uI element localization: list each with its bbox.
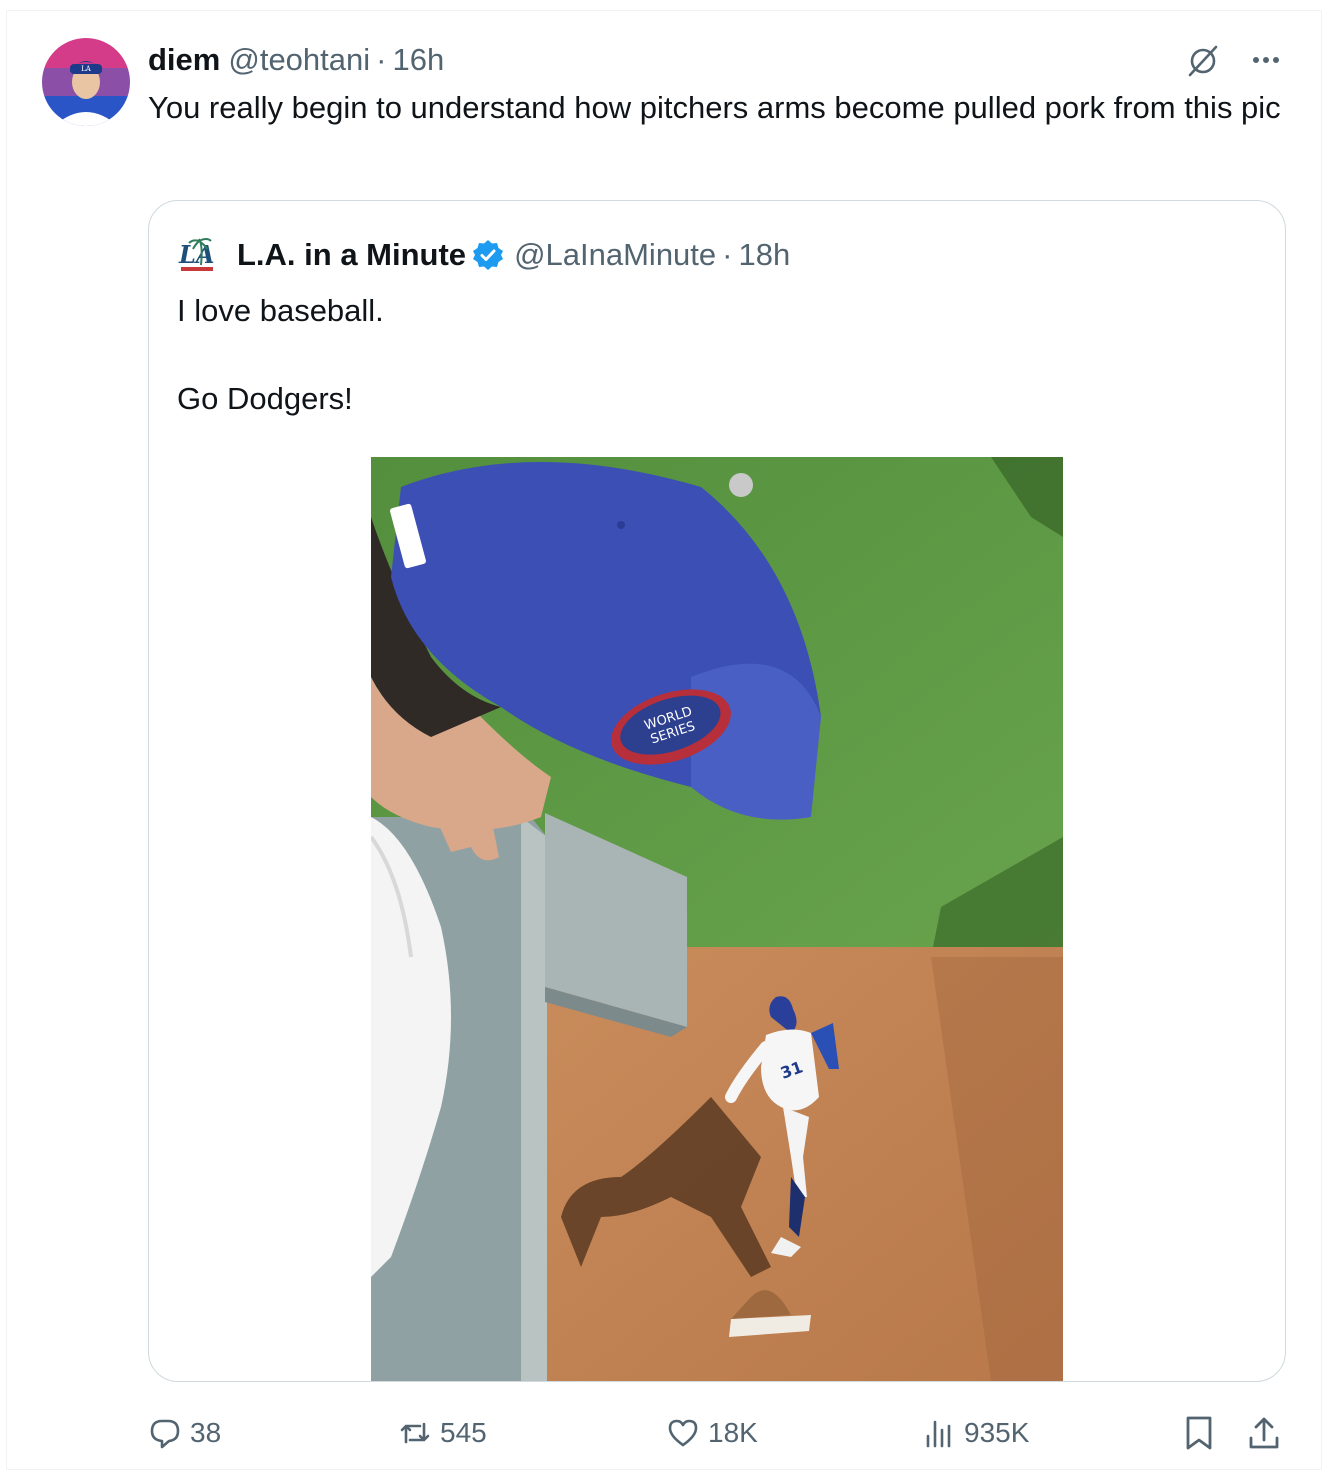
verified-badge-icon[interactable]	[472, 239, 504, 271]
grok-icon[interactable]	[1186, 44, 1220, 78]
tweet-action-bar: 38 545 18K 935K	[148, 1408, 1288, 1458]
tweet-time[interactable]: 16h	[392, 42, 444, 78]
tweet-header: diem @teohtani · 16h	[148, 40, 444, 80]
tweet-text: You really begin to understand how pitch…	[148, 90, 1281, 125]
quoted-tweet-header: LA L.A. in a Minute @LaInaMinute · 18h	[177, 235, 790, 275]
quoted-text-line: Go Dodgers!	[177, 381, 353, 416]
like-icon	[668, 1419, 698, 1447]
views-icon	[926, 1420, 951, 1448]
like-count: 18K	[708, 1417, 758, 1448]
share-icon[interactable]	[1246, 1414, 1282, 1452]
author-handle[interactable]: @teohtani	[228, 42, 370, 78]
quoted-tweet-time[interactable]: 18h	[738, 237, 790, 273]
quoted-author-handle[interactable]: @LaInaMinute	[514, 237, 716, 273]
reply-icon	[150, 1419, 180, 1449]
avatar-image: LA	[42, 38, 130, 126]
author-avatar[interactable]: LA	[42, 38, 130, 126]
quoted-tweet[interactable]: LA L.A. in a Minute @LaInaMinute · 18h I…	[148, 200, 1286, 1382]
views-button[interactable]: 935K	[922, 1408, 1029, 1458]
quoted-tweet-photo[interactable]: WORLD SERIES 31	[371, 457, 1063, 1381]
quoted-author-logo-icon[interactable]: LA	[177, 235, 221, 275]
reply-count: 38	[190, 1417, 222, 1448]
repost-icon	[400, 1422, 430, 1444]
repost-button[interactable]: 545	[398, 1408, 487, 1458]
quoted-author-name[interactable]: L.A. in a Minute	[237, 237, 466, 273]
reply-button[interactable]: 38	[148, 1408, 221, 1458]
more-icon[interactable]	[1248, 44, 1284, 74]
author-name[interactable]: diem	[148, 42, 220, 78]
views-count: 935K	[964, 1417, 1030, 1448]
quoted-text-line: I love baseball.	[177, 293, 384, 328]
svg-text:LA: LA	[81, 65, 92, 73]
quoted-tweet-text: I love baseball. Go Dodgers!	[177, 289, 1257, 421]
separator-dot: ·	[722, 237, 733, 272]
bullpen-photo: WORLD SERIES 31	[371, 457, 1063, 1381]
repost-count: 545	[440, 1417, 487, 1448]
bookmark-icon[interactable]	[1182, 1414, 1216, 1452]
separator-dot: ·	[376, 42, 387, 77]
like-button[interactable]: 18K	[666, 1408, 758, 1458]
